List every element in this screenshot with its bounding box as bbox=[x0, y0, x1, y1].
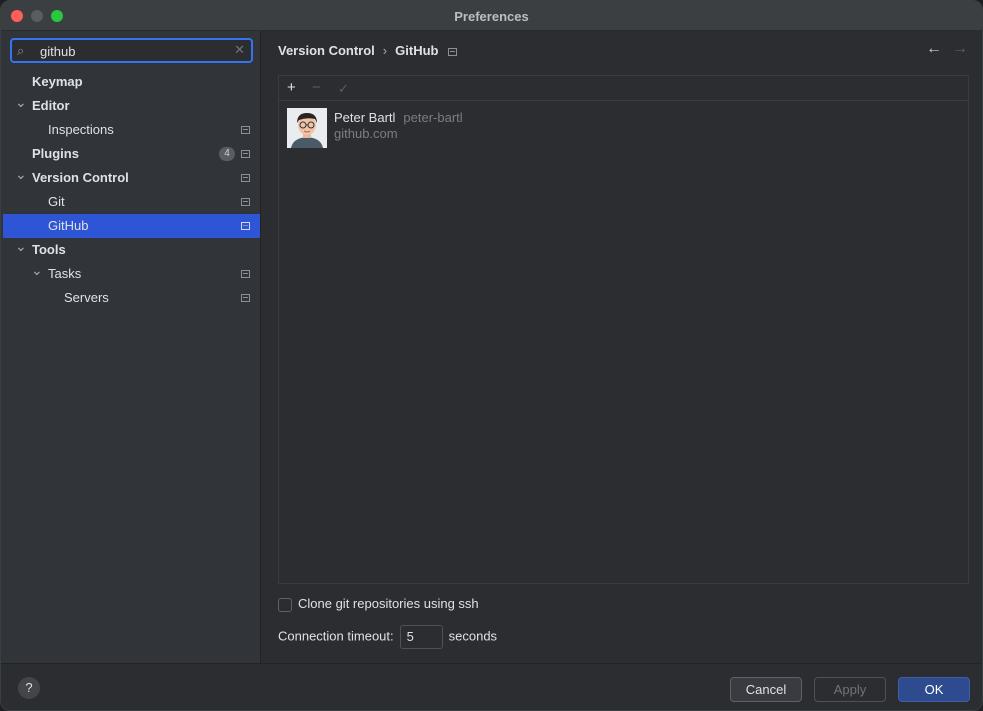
help-button[interactable]: ? bbox=[18, 677, 40, 699]
github-settings-panel: Version Control › GitHub ← → + − ✓ Peter… bbox=[262, 31, 982, 663]
timeout-unit: seconds bbox=[448, 628, 498, 644]
project-level-icon bbox=[241, 270, 250, 278]
sidebar-item-github[interactable]: GitHub bbox=[3, 214, 260, 238]
chevron-down-icon[interactable]: ⌄ bbox=[31, 258, 43, 282]
remove-account-icon[interactable]: − bbox=[312, 79, 321, 96]
project-level-icon bbox=[448, 47, 458, 56]
sidebar-item-tasks[interactable]: ⌄ Tasks bbox=[3, 262, 260, 286]
cancel-button[interactable]: Cancel bbox=[730, 677, 802, 702]
breadcrumb-separator: › bbox=[382, 43, 388, 58]
settings-search-box[interactable]: ⌕ ✕ bbox=[10, 38, 253, 63]
forward-arrow-icon[interactable]: → bbox=[952, 40, 968, 58]
dialog-footer: ? Cancel Apply OK bbox=[1, 663, 982, 710]
project-level-icon bbox=[241, 198, 250, 206]
sidebar-item-plugins[interactable]: Plugins 4 bbox=[3, 142, 260, 166]
project-level-icon bbox=[241, 150, 250, 158]
sidebar-item-label: Inspections bbox=[48, 122, 114, 137]
sidebar-item-label: Servers bbox=[64, 290, 109, 305]
ok-button[interactable]: OK bbox=[898, 677, 970, 702]
add-account-icon[interactable]: + bbox=[287, 79, 296, 96]
connection-timeout-row: Connection timeout: 5 seconds bbox=[278, 625, 497, 649]
sidebar-item-inspections[interactable]: Inspections bbox=[3, 118, 260, 142]
breadcrumb-parent[interactable]: Version Control bbox=[278, 43, 375, 58]
search-input[interactable] bbox=[40, 42, 230, 60]
clone-ssh-checkbox[interactable] bbox=[278, 597, 292, 612]
preferences-window: Preferences ⌕ ✕ Keymap⌄EditorInspections… bbox=[0, 0, 983, 711]
clone-ssh-option[interactable]: Clone git repositories using ssh bbox=[278, 596, 479, 612]
project-level-icon bbox=[241, 174, 250, 182]
accounts-toolbar: + − ✓ bbox=[279, 76, 968, 101]
clear-search-icon[interactable]: ✕ bbox=[234, 42, 245, 58]
sidebar-item-label: Git bbox=[48, 194, 65, 209]
sidebar-item-label: Version Control bbox=[32, 170, 129, 185]
accounts-list: + − ✓ Peter Bartl peter-bartl github.com bbox=[278, 75, 969, 584]
back-arrow-icon[interactable]: ← bbox=[926, 40, 942, 58]
project-level-icon bbox=[241, 294, 250, 302]
sidebar-item-keymap[interactable]: Keymap bbox=[3, 70, 260, 94]
title-bar: Preferences bbox=[1, 1, 982, 31]
sidebar-item-editor[interactable]: ⌄ Editor bbox=[3, 94, 260, 118]
sidebar-item-label: GitHub bbox=[48, 218, 89, 233]
timeout-input[interactable]: 5 bbox=[399, 625, 443, 649]
account-name: Peter Bartl bbox=[334, 110, 396, 125]
account-item[interactable]: Peter Bartl peter-bartl github.com bbox=[287, 108, 687, 148]
chevron-down-icon[interactable]: ⌄ bbox=[15, 234, 27, 258]
sidebar-item-label: Editor bbox=[32, 98, 70, 113]
account-avatar bbox=[287, 108, 327, 148]
set-default-account-icon[interactable]: ✓ bbox=[338, 81, 349, 97]
window-title: Preferences bbox=[454, 9, 529, 24]
timeout-label: Connection timeout: bbox=[278, 628, 394, 644]
account-name-line: Peter Bartl peter-bartl bbox=[334, 110, 463, 125]
sidebar-item-servers[interactable]: Servers bbox=[3, 286, 260, 310]
breadcrumb-current: GitHub bbox=[395, 43, 439, 58]
project-level-icon bbox=[241, 126, 250, 134]
settings-sidebar: ⌕ ✕ Keymap⌄EditorInspectionsPlugins4⌄Ver… bbox=[1, 31, 261, 663]
sidebar-item-label: Tasks bbox=[48, 266, 82, 281]
plugin-updates-badge: 4 bbox=[219, 147, 235, 161]
chevron-down-icon[interactable]: ⌄ bbox=[15, 162, 27, 186]
sidebar-item-git[interactable]: Git bbox=[3, 190, 260, 214]
sidebar-item-label: Keymap bbox=[32, 74, 83, 89]
sidebar-item-version-control[interactable]: ⌄ Version Control bbox=[3, 166, 260, 190]
account-login: peter-bartl bbox=[403, 110, 463, 125]
search-icon[interactable]: ⌕ bbox=[17, 43, 24, 59]
project-level-icon bbox=[241, 222, 250, 230]
settings-tree: Keymap ⌄ Editor Inspections Plugins 4 ⌄ Version… bbox=[1, 70, 260, 310]
sidebar-item-label: Plugins bbox=[32, 146, 79, 161]
breadcrumb: Version Control › GitHub bbox=[278, 43, 458, 58]
clone-ssh-label[interactable]: Clone git repositories using ssh bbox=[298, 596, 479, 611]
apply-button[interactable]: Apply bbox=[814, 677, 886, 702]
chevron-down-icon[interactable]: ⌄ bbox=[15, 90, 27, 114]
account-server: github.com bbox=[334, 126, 398, 141]
